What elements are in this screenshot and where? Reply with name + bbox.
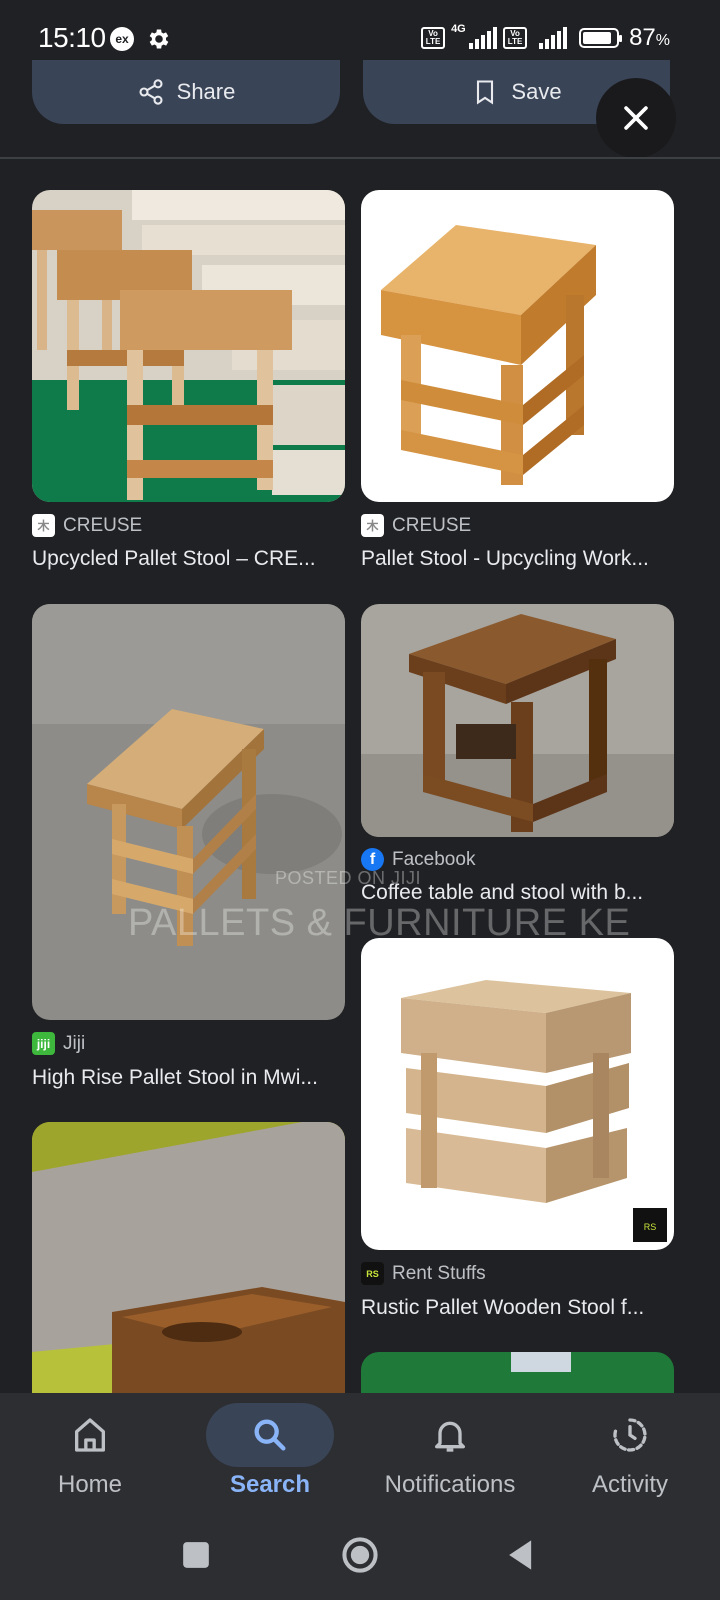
svg-text:RS: RS (644, 1222, 657, 1232)
signal-icon-2 (533, 25, 568, 51)
result-image[interactable] (32, 190, 345, 502)
result-image[interactable] (361, 190, 674, 502)
result-image[interactable] (32, 604, 345, 1020)
share-label: Share (176, 79, 236, 104)
battery-icon (579, 28, 623, 48)
result-image[interactable]: RS (361, 938, 674, 1250)
save-label: Save (511, 79, 562, 104)
nav-home[interactable]: Home (0, 1393, 180, 1513)
result-image[interactable] (32, 1122, 345, 1422)
share-icon (139, 79, 163, 105)
result-source: jiji Jiji (32, 1032, 85, 1055)
volte-icon-2: Vo LTE (503, 27, 528, 49)
watermark-posted: POSTED ON JIJI (275, 868, 422, 888)
result-title[interactable]: Pallet Stool - Upcycling Work... (361, 547, 674, 571)
signal-icon: 4G (451, 23, 498, 51)
result-title[interactable]: High Rise Pallet Stool in Mwi... (32, 1066, 345, 1090)
battery-percent: 87% (629, 24, 670, 51)
bookmark-icon (477, 80, 494, 105)
home-icon (75, 1418, 106, 1452)
close-button[interactable] (596, 78, 676, 158)
nav-activity-label: Activity (591, 1471, 668, 1498)
volte-icon: Vo LTE (421, 27, 446, 49)
source-label: CREUSE (392, 514, 472, 536)
rentstuffs-icon: RS (361, 1262, 384, 1285)
back-button-icon[interactable] (500, 1533, 544, 1577)
ex-badge-icon: ex (110, 27, 134, 51)
status-bar: 15:10 ex Vo LTE 4G Vo LTE 87% (0, 0, 720, 66)
nav-home-label: Home (57, 1471, 123, 1498)
activity-icon (613, 1418, 647, 1452)
creuse-icon: 木 (361, 514, 384, 537)
result-title[interactable]: Rustic Pallet Wooden Stool f... (361, 1296, 674, 1320)
result-image[interactable] (361, 604, 674, 837)
search-icon (254, 1419, 286, 1451)
nav-search-label: Search (229, 1471, 311, 1498)
system-navigation (0, 1513, 720, 1600)
close-icon (624, 106, 648, 130)
bottom-navigation: Home Search Notifications Activity (0, 1393, 720, 1513)
stool-photo-rustic: RS (361, 938, 674, 1250)
bell-icon (435, 1421, 465, 1452)
home-button-icon[interactable] (338, 1533, 382, 1577)
gear-icon (149, 29, 169, 49)
result-source: 木 CREUSE (32, 514, 142, 537)
result-source: RS Rent Stuffs (361, 1262, 486, 1285)
result-source: 木 CREUSE (361, 514, 471, 537)
divider (0, 157, 720, 159)
share-button[interactable]: Share (32, 60, 340, 124)
recents-button-icon[interactable] (174, 1533, 218, 1577)
nav-activity[interactable]: Activity (540, 1393, 720, 1513)
nav-notifications[interactable]: Notifications (360, 1393, 540, 1513)
creuse-icon: 木 (32, 514, 55, 537)
source-label: CREUSE (63, 514, 143, 536)
result-title[interactable]: Upcycled Pallet Stool – CRE... (32, 547, 345, 571)
stool-photo-white (361, 190, 674, 502)
stool-photo-pallets (32, 190, 345, 502)
source-label: Rent Stuffs (392, 1262, 486, 1284)
jiji-icon: jiji (32, 1032, 55, 1055)
nav-search[interactable]: Search (180, 1393, 360, 1513)
nav-notifications-label: Notifications (384, 1471, 516, 1498)
stool-photo-dark-wood (361, 604, 674, 837)
status-time: 15:10 (38, 22, 106, 53)
stool-photo-burnt (32, 1122, 345, 1422)
network-type: 4G (451, 23, 466, 35)
stool-photo-concrete (32, 604, 345, 1020)
source-label: Jiji (63, 1032, 86, 1054)
